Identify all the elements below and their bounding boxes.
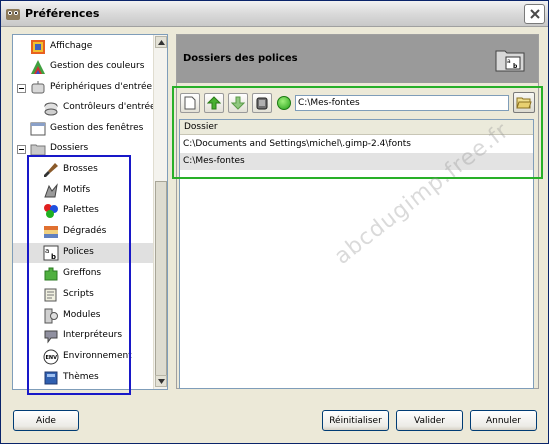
tree-item-controleurs[interactable]: Contrôleurs d'entrée [13,98,156,118]
input-controllers-icon [44,102,58,116]
collapse-icon[interactable] [17,84,26,93]
help-button[interactable]: Aide [13,410,79,431]
font-folder-icon: a b [495,50,525,72]
tree-item-gestion-fenetres[interactable]: Gestion des fenêtres [13,119,154,139]
ok-button[interactable]: Valider [396,410,463,431]
svg-text:b: b [513,63,518,70]
tree-scrollbar[interactable] [153,35,167,389]
tree-item-peripheriques[interactable]: Périphériques d'entrée [13,78,154,98]
panel-header: Dossiers des polices a b [177,35,538,83]
collapse-icon[interactable] [17,145,26,154]
panel-title: Dossiers des polices [183,53,298,64]
arrow-up-icon [157,39,165,45]
title-bar[interactable]: Préférences [1,1,548,27]
blue-highlight-frame [27,155,131,395]
arrow-down-icon [157,378,165,384]
tree-item-gestion-couleurs[interactable]: Gestion des couleurs [13,57,154,77]
close-button[interactable] [524,4,545,24]
window-title: Préférences [25,7,100,20]
close-icon [529,9,540,19]
scroll-thumb[interactable] [155,181,167,381]
scroll-down-button[interactable] [155,375,167,387]
tree-item-affichage[interactable]: Affichage [13,37,154,57]
display-icon [31,40,45,54]
color-management-icon [31,60,45,74]
input-devices-icon [31,81,45,94]
window-management-icon [30,122,46,136]
scroll-up-button[interactable] [155,36,167,48]
gimp-app-icon [6,9,20,20]
cancel-button[interactable]: Annuler [470,410,537,431]
reset-button[interactable]: Réinitialiser [322,410,389,431]
svg-text:a: a [507,58,511,65]
